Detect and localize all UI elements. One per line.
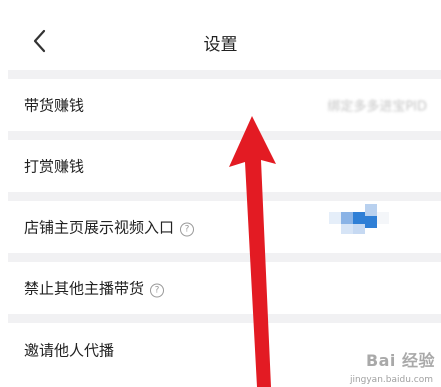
row-label: 带货赚钱 (24, 96, 85, 115)
baidu-watermark: Bai 经验 jingyan.baidu.com (335, 347, 435, 385)
row-label: 禁止其他主播带货? (24, 278, 165, 299)
row-label: 打赏赚钱 (24, 157, 85, 176)
section-divider (8, 70, 441, 79)
row-label-text: 店铺主页展示视频入口 (24, 218, 175, 237)
section-divider (8, 314, 441, 323)
watermark-text: Bai 经验 (365, 351, 435, 370)
toggle-switch[interactable] (329, 202, 409, 246)
section-divider (8, 131, 441, 140)
toggle-mosaic (329, 204, 389, 234)
settings-row-daihuo[interactable]: 带货赚钱 绑定多多进宝PID (0, 79, 441, 131)
settings-row-shop-video-entry[interactable]: 店铺主页展示视频入口? (0, 201, 441, 253)
section-divider (8, 192, 441, 201)
settings-row-dashang[interactable]: 打赏赚钱 (0, 140, 441, 192)
settings-row-forbid-others[interactable]: 禁止其他主播带货? (0, 262, 441, 314)
header-bar: 设置 (0, 0, 441, 70)
row-label: 邀请他人代播 (24, 341, 115, 360)
watermark-subtext: jingyan.baidu.com (349, 375, 433, 385)
row-label-text: 禁止其他主播带货 (24, 279, 145, 298)
help-icon[interactable]: ? (150, 283, 165, 298)
row-label: 店铺主页展示视频入口? (24, 217, 195, 238)
row-value: 绑定多多进宝PID (327, 99, 427, 115)
page-title: 设置 (203, 35, 238, 55)
help-icon[interactable]: ? (180, 222, 195, 237)
section-divider (8, 253, 441, 262)
